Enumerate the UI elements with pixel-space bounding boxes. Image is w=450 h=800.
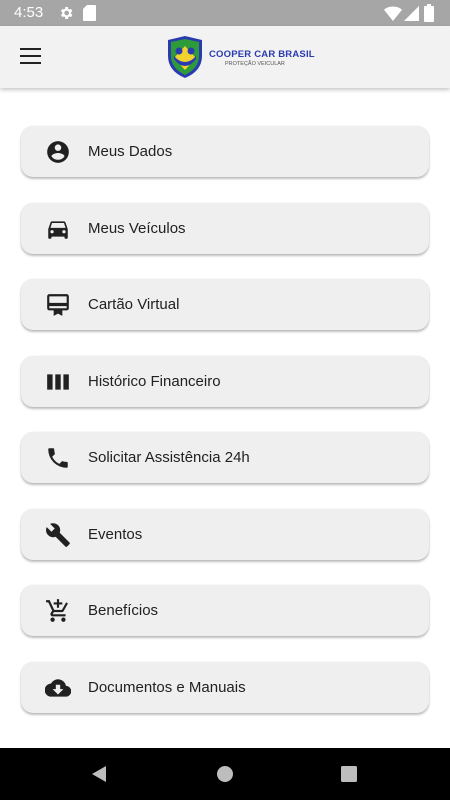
wifi-icon	[384, 6, 402, 21]
menu-item-label: Cartão Virtual	[88, 296, 180, 313]
status-time: 4:53	[14, 4, 44, 21]
app-bar: COOPER CAR BRASIL PROTEÇÃO VEICULAR	[0, 26, 450, 88]
battery-icon	[424, 4, 434, 22]
navigation-bar	[0, 748, 450, 800]
card-icon	[47, 294, 69, 316]
signal-icon	[404, 6, 419, 21]
wrench-icon	[46, 522, 70, 547]
menu-item-label: Documentos e Manuais	[88, 678, 246, 696]
menu-item-documentos-manuais[interactable]: Documentos e Manuais	[21, 661, 429, 713]
recents-icon[interactable]	[341, 766, 357, 782]
menu-item-beneficios[interactable]: Benefícios	[21, 585, 429, 636]
logo-title: COOPER CAR BRASIL	[209, 49, 315, 60]
menu-hamburger-icon[interactable]	[20, 48, 41, 64]
menu-item-label: Solicitar Assistência 24h	[88, 449, 250, 466]
phone-icon	[48, 448, 68, 468]
logo-shield-icon	[168, 36, 202, 78]
menu-item-historico-financeiro[interactable]: Histórico Financeiro	[21, 355, 429, 407]
sd-card-icon	[83, 5, 96, 21]
menu-item-label: Histórico Financeiro	[88, 372, 221, 390]
account-circle-icon	[47, 141, 69, 163]
logo: COOPER CAR BRASIL PROTEÇÃO VEICULAR	[165, 34, 315, 80]
menu-item-label: Benefícios	[88, 602, 159, 619]
menu-item-meus-veiculos[interactable]: Meus Veículos	[21, 202, 429, 254]
menu-item-label: Meus Veículos	[88, 219, 186, 237]
columns-icon	[47, 373, 69, 390]
home-icon[interactable]	[216, 765, 234, 783]
menu-item-cartao-virtual[interactable]: Cartão Virtual	[21, 279, 429, 330]
menu-item-meus-dados[interactable]: Meus Dados	[21, 126, 429, 177]
back-icon[interactable]	[90, 765, 108, 783]
menu-item-label: Eventos	[88, 525, 143, 543]
main-menu: Meus Dados Meus Veículos Cartão Virtual …	[21, 126, 429, 738]
menu-item-label: Meus Dados	[88, 143, 173, 160]
menu-item-eventos[interactable]: Eventos	[21, 508, 429, 560]
menu-item-solicitar-assistencia[interactable]: Solicitar Assistência 24h	[21, 432, 429, 483]
add-to-cart-icon	[46, 599, 68, 622]
car-icon	[48, 220, 68, 239]
logo-subtitle: PROTEÇÃO VEICULAR	[225, 61, 285, 67]
settings-icon	[60, 7, 73, 19]
cloud-download-icon	[45, 678, 71, 697]
status-bar: 4:53	[0, 0, 450, 26]
